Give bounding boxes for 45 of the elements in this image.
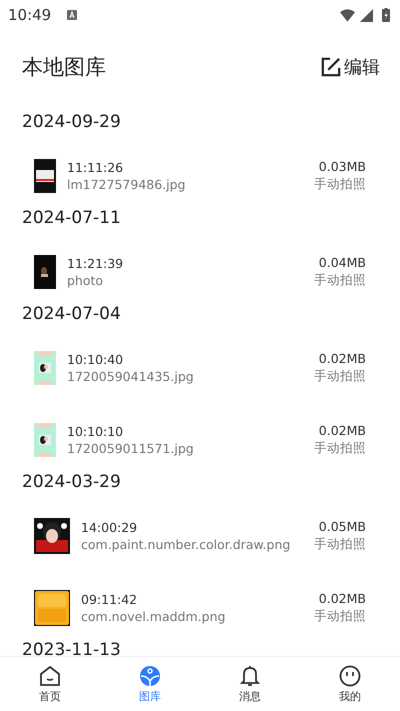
source-label: 手动拍照 xyxy=(314,536,366,553)
source-label: 手动拍照 xyxy=(314,608,366,625)
notification-icon xyxy=(67,10,78,20)
source-label: 手动拍照 xyxy=(314,440,366,457)
face-icon xyxy=(339,664,361,686)
home-icon xyxy=(39,664,61,686)
file-name: com.paint.number.color.draw.png xyxy=(81,537,292,552)
date-heading: 2024-07-11 xyxy=(21,207,122,230)
file-size: 0.03MB xyxy=(318,159,366,174)
file-size: 0.02MB xyxy=(318,591,366,606)
nav-tab[interactable]: 消息 xyxy=(200,657,300,711)
edit-button[interactable]: 编辑 xyxy=(321,54,380,78)
battery-icon xyxy=(382,8,390,22)
source-label: 手动拍照 xyxy=(314,176,366,193)
date-heading: 2024-07-04 xyxy=(21,303,122,326)
photo-time: 11:11:26 xyxy=(67,160,124,175)
file-name: com.novel.maddm.png xyxy=(81,609,226,624)
photo-time: 09:11:42 xyxy=(81,592,138,607)
file-name: lm1727579486.jpg xyxy=(67,177,186,192)
source-label: 手动拍照 xyxy=(314,368,366,385)
wifi-icon xyxy=(340,8,355,22)
bell-icon xyxy=(239,664,261,686)
page-title: 本地图库 xyxy=(22,54,106,80)
date-heading: 2024-03-29 xyxy=(21,471,122,494)
date-heading: 2024-09-29 xyxy=(21,111,122,134)
file-name: photo xyxy=(67,273,104,288)
file-size: 0.02MB xyxy=(318,351,366,366)
nav-tab[interactable]: 我的 xyxy=(300,657,400,711)
nav-tab[interactable]: 图库 xyxy=(100,657,200,711)
status-time: 10:49 xyxy=(8,6,52,24)
source-label: 手动拍照 xyxy=(314,272,366,289)
photo-time: 11:21:39 xyxy=(67,256,124,271)
photo-time: 10:10:40 xyxy=(67,352,124,367)
file-name: 1720059011571.jpg xyxy=(67,441,195,456)
photo-time: 10:10:10 xyxy=(67,424,124,439)
edit-icon xyxy=(321,56,341,76)
file-name: 1720059041435.jpg xyxy=(67,369,195,384)
file-size: 0.04MB xyxy=(318,255,366,270)
file-size: 0.02MB xyxy=(318,423,366,438)
date-heading: 2023-11-13 xyxy=(21,639,122,656)
gallery-icon xyxy=(139,664,161,686)
signal-icon xyxy=(359,8,374,22)
photo-time: 14:00:29 xyxy=(81,520,138,535)
file-size: 0.05MB xyxy=(318,519,366,534)
nav-tab[interactable]: 首页 xyxy=(0,657,100,711)
